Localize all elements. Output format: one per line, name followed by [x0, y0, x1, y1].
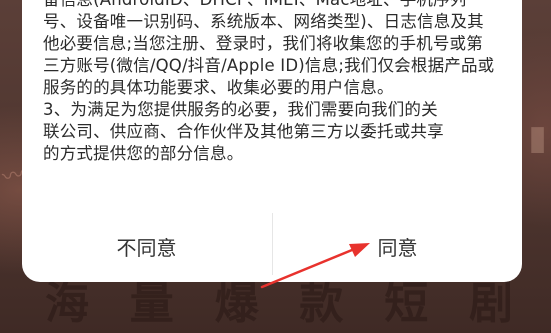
agree-button[interactable]: 同意 [273, 210, 522, 282]
privacy-paragraph-1: 备信息(AndroidID、DHCP、IMEI、Mac地址、手机序列 号、设备唯… [43, 0, 503, 99]
paragraph-line: 3、为满足为您提供服务的必要，我们需要向我们的关 [43, 100, 438, 119]
paragraph-line: 服务的的具体功能要求、收集必要的用户信息。 [43, 78, 394, 97]
paragraph-line: 联公司、供应商、合作伙伴及其他第三方以委托或共享 [43, 122, 444, 141]
paragraph-line: 的方式提供您的部分信息。 [43, 144, 244, 163]
paragraph-line: 三方账号(微信/QQ/抖音/Apple ID)信息;我们仅会根据产品或 [43, 56, 495, 75]
privacy-dialog: 备信息(AndroidID、DHCP、IMEI、Mac地址、手机序列 号、设备唯… [22, 0, 522, 282]
paragraph-line: 备信息(AndroidID、DHCP、IMEI、Mac地址、手机序列 [43, 0, 503, 11]
privacy-paragraph-2: 3、为满足为您提供服务的必要，我们需要向我们的关 联公司、供应商、合作伙伴及其他… [43, 99, 503, 165]
paragraph-line: 他必要信息;当您注册、登录时，我们将收集您的手机号或第 [43, 34, 483, 53]
background-decoration-right: ▮ [528, 118, 547, 158]
disagree-button[interactable]: 不同意 [22, 210, 271, 282]
paragraph-line: 号、设备唯一识别码、系统版本、网络类型)、日志信息及其 [43, 12, 484, 31]
